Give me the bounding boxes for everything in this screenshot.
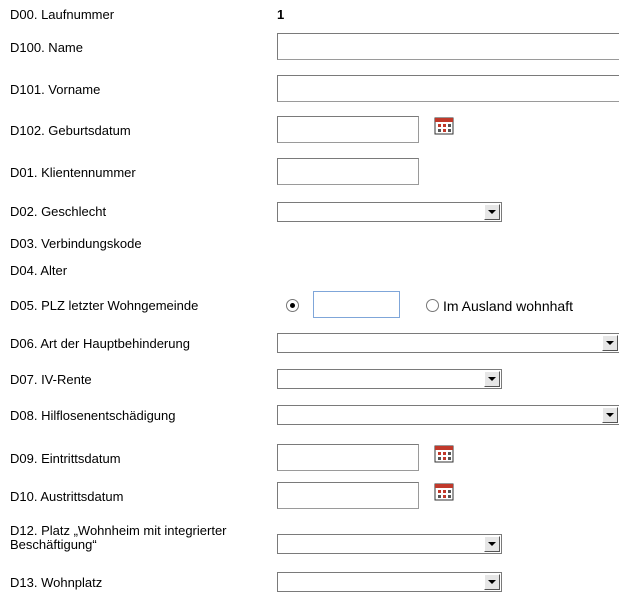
chevron-down-icon[interactable] [484,204,500,220]
calendar-icon[interactable] [434,445,454,463]
name-input[interactable] [277,33,619,60]
geschlecht-select[interactable] [277,202,502,222]
field-label: D02. Geschlecht [10,204,107,219]
chevron-down-icon[interactable] [484,536,500,552]
field-label: D01. Klientennummer [10,165,136,180]
field-label: D03. Verbindungskode [10,236,142,251]
field-label: D13. Wohnplatz [10,575,103,590]
field-label: D100. Name [10,40,83,55]
field-label: D09. Eintrittsdatum [10,451,121,466]
chevron-down-icon[interactable] [484,371,500,387]
calendar-icon[interactable] [434,117,454,135]
field-label: D10. Austrittsdatum [10,489,124,504]
chevron-down-icon[interactable] [484,574,500,590]
plz-input[interactable] [313,291,400,318]
field-label: D05. PLZ letzter Wohngemeinde [10,298,199,313]
geburtsdatum-input[interactable] [277,116,419,143]
eintrittsdatum-input[interactable] [277,444,419,471]
abroad-label: Im Ausland wohnhaft [443,298,573,314]
field-label: D08. Hilflosenentschädigung [10,408,176,423]
field-label: D00. Laufnummer [10,7,115,22]
wohnheim-platz-select[interactable] [277,534,502,554]
laufnummer-value: 1 [277,7,285,22]
field-label: D07. IV-Rente [10,372,92,387]
calendar-icon[interactable] [434,483,454,501]
field-label: D101. Vorname [10,82,101,97]
field-label: D12. Platz „Wohnheim mit integrierter Be… [10,523,227,552]
austrittsdatum-input[interactable] [277,482,419,509]
hauptbehinderung-select[interactable] [277,333,619,353]
chevron-down-icon[interactable] [602,335,618,351]
field-label: D04. Alter [10,263,68,278]
abroad-radio[interactable] [426,299,439,312]
chevron-down-icon[interactable] [602,407,618,423]
iv-rente-select[interactable] [277,369,502,389]
wohnplatz-select[interactable] [277,572,502,592]
vorname-input[interactable] [277,75,619,102]
field-label: D102. Geburtsdatum [10,123,131,138]
field-label: D06. Art der Hauptbehinderung [10,336,190,351]
klientennummer-input[interactable] [277,158,419,185]
hilflosenentschaedigung-select[interactable] [277,405,619,425]
plz-radio[interactable] [286,299,299,312]
